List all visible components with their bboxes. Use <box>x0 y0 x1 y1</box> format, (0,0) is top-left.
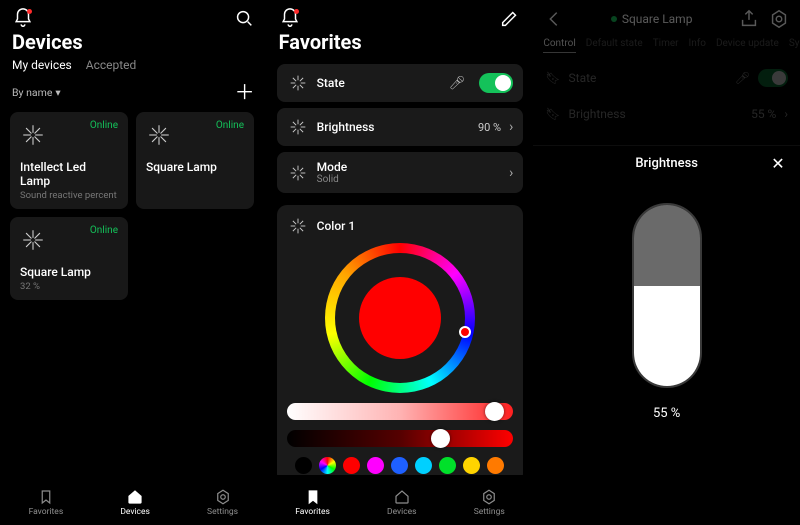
device-icon <box>146 122 172 148</box>
sort-dropdown[interactable]: By name ▾ <box>12 86 61 99</box>
tab-accepted[interactable]: Accepted <box>86 58 137 76</box>
mic-icon: 🎤︎ <box>735 71 750 85</box>
tab-my-devices[interactable]: My devices <box>12 58 72 76</box>
brightness-row-dimmed: 🔖︎ Brightness 55 % › <box>543 97 790 131</box>
brightness-value: 90 % <box>478 121 501 134</box>
nav-favorites[interactable]: Favorites <box>295 488 330 517</box>
share-icon[interactable] <box>738 8 760 30</box>
mode-icon <box>287 162 309 184</box>
color-card: Color 1 <box>277 205 524 484</box>
nav-settings[interactable]: Settings <box>207 488 238 517</box>
sheet-title: Brightness <box>565 156 768 171</box>
device-header: Square Lamp <box>533 0 800 34</box>
color-swatch[interactable] <box>463 457 480 474</box>
chevron-down-icon: ▾ <box>55 86 60 99</box>
search-icon[interactable] <box>233 7 255 29</box>
color-swatch[interactable] <box>487 457 504 474</box>
mode-value: Solid <box>317 174 501 185</box>
color-preview <box>359 277 441 359</box>
devices-tabs: My devices Accepted <box>0 58 267 76</box>
status-badge: Online <box>216 120 244 131</box>
status-badge: Online <box>90 120 118 131</box>
page-title: Devices <box>0 30 267 58</box>
add-device-button[interactable]: ＋ <box>235 82 255 102</box>
state-toggle[interactable] <box>479 73 513 93</box>
device-subtitle: Sound reactive percent <box>20 190 118 201</box>
nav-devices[interactable]: Devices <box>387 488 417 517</box>
notifications-icon[interactable] <box>12 7 34 29</box>
mode-row[interactable]: Mode Solid › <box>277 152 524 193</box>
back-icon[interactable] <box>543 8 565 30</box>
color-swatch[interactable] <box>391 457 408 474</box>
color-wheel[interactable] <box>325 243 475 393</box>
state-toggle-dimmed <box>758 69 788 87</box>
screen-brightness-sheet: Square Lamp Control Default state Timer … <box>533 0 800 525</box>
tab-default-state[interactable]: Default state <box>586 38 643 53</box>
device-title: Square Lamp <box>622 12 693 26</box>
bookmark-icon <box>304 488 322 506</box>
devices-grid: Online Intellect Led Lamp Sound reactive… <box>0 106 267 306</box>
screen-devices: Devices My devices Accepted By name ▾ ＋ … <box>0 0 267 525</box>
device-card[interactable]: Online Square Lamp <box>136 112 254 209</box>
mic-icon[interactable]: 🎤︎ <box>449 76 466 91</box>
chevron-right-icon: › <box>784 107 788 121</box>
home-icon <box>393 488 411 506</box>
state-row[interactable]: State 🎤︎ <box>277 64 524 102</box>
chevron-right-icon: › <box>509 165 513 181</box>
notifications-icon[interactable] <box>279 7 301 29</box>
value-slider[interactable] <box>287 430 514 447</box>
nav-favorites[interactable]: Favorites <box>29 488 64 517</box>
color-swatch[interactable] <box>295 457 312 474</box>
status-dot-icon <box>611 16 617 22</box>
saturation-slider[interactable] <box>287 403 514 420</box>
gear-icon <box>480 488 498 506</box>
brightness-icon <box>287 116 309 138</box>
nav-devices[interactable]: Devices <box>120 488 150 517</box>
device-icon <box>20 227 46 253</box>
device-icon <box>20 122 46 148</box>
device-name: Square Lamp <box>20 265 118 279</box>
status-badge: Online <box>90 225 118 236</box>
brightness-sheet: Brightness ✕ 55 % <box>533 145 800 525</box>
device-tabs: Control Default state Timer Info Device … <box>533 34 800 59</box>
edit-icon[interactable] <box>499 7 521 29</box>
tab-sync[interactable]: Sync <box>789 38 800 53</box>
color-swatch[interactable] <box>343 457 360 474</box>
nav-settings[interactable]: Settings <box>474 488 505 517</box>
settings-icon[interactable] <box>768 8 790 30</box>
color-swatch[interactable] <box>439 457 456 474</box>
home-icon <box>126 488 144 506</box>
bookmark-icon <box>37 488 55 506</box>
bottom-nav: Favorites Devices Settings <box>0 475 267 525</box>
screen-favorites: Favorites State 🎤︎ Brightness 90 % › Mod… <box>267 0 534 525</box>
tab-timer[interactable]: Timer <box>653 38 679 53</box>
bottom-nav: Favorites Devices Settings <box>267 475 534 525</box>
state-row-dimmed: 🔖︎ State 🎤︎ <box>543 59 790 97</box>
device-card[interactable]: Online Square Lamp 32 % <box>10 217 128 300</box>
color-wheel-handle[interactable] <box>459 326 471 338</box>
brightness-value: 55 % <box>653 406 680 421</box>
bookmark-outline-icon: 🔖︎ <box>545 71 560 85</box>
close-icon[interactable]: ✕ <box>768 154 788 173</box>
bookmark-outline-icon: 🔖︎ <box>545 107 560 121</box>
device-name: Square Lamp <box>146 160 244 174</box>
color-swatch[interactable] <box>415 457 432 474</box>
color-icon <box>287 215 309 237</box>
color-swatches <box>287 457 514 474</box>
state-icon <box>287 72 309 94</box>
brightness-row[interactable]: Brightness 90 % › <box>277 108 524 146</box>
tab-device-update[interactable]: Device update <box>716 38 779 53</box>
gear-icon <box>214 488 232 506</box>
brightness-slider[interactable] <box>632 203 702 388</box>
chevron-right-icon: › <box>509 119 513 135</box>
color-swatch[interactable] <box>319 457 336 474</box>
tab-info[interactable]: Info <box>689 38 706 53</box>
device-subtitle: 32 % <box>20 281 118 292</box>
page-title: Favorites <box>267 30 534 58</box>
device-name: Intellect Led Lamp <box>20 160 118 188</box>
color-swatch[interactable] <box>367 457 384 474</box>
tab-control[interactable]: Control <box>543 38 575 53</box>
device-card[interactable]: Online Intellect Led Lamp Sound reactive… <box>10 112 128 209</box>
